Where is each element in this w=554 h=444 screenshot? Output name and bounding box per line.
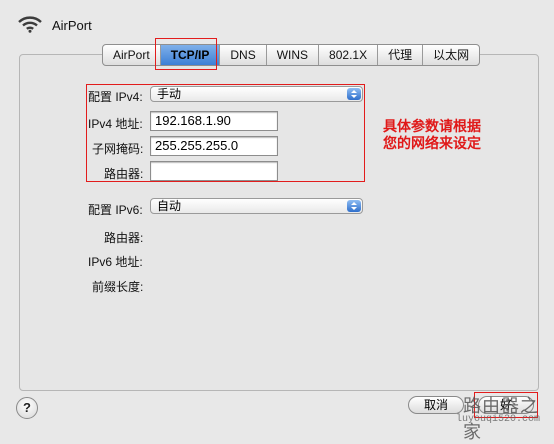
tab-ethernet[interactable]: 以太网 <box>423 45 479 65</box>
wifi-icon <box>18 16 42 33</box>
chevron-updown-icon <box>347 88 361 100</box>
ipv6-config-label: 配置 IPv6: <box>88 203 143 217</box>
ipv6-router-label: 路由器: <box>104 231 144 245</box>
help-button[interactable]: ? <box>16 397 38 419</box>
ipv4-router-field[interactable] <box>150 161 278 181</box>
annotation-line-1: 具体参数请根据 <box>383 118 481 134</box>
ipv6-address-label: IPv6 地址: <box>88 255 143 269</box>
tab-tcpip[interactable]: TCP/IP <box>160 45 221 65</box>
ipv6-config-select[interactable]: 自动 <box>150 198 363 214</box>
subnet-mask-field[interactable]: 255.255.255.0 <box>150 136 278 156</box>
prefix-length-label: 前缀长度: <box>92 280 144 294</box>
tab-wins[interactable]: WINS <box>267 45 320 65</box>
annotation-line-2: 您的网络来设定 <box>383 135 481 151</box>
subnet-mask-label: 子网掩码: <box>92 142 144 156</box>
chevron-updown-icon <box>347 200 361 212</box>
ipv4-address-label: IPv4 地址: <box>88 117 143 131</box>
app-title: AirPort <box>52 18 92 33</box>
tab-8021x[interactable]: 802.1X <box>319 45 379 65</box>
tab-proxy[interactable]: 代理 <box>378 45 424 65</box>
watermark-url: luyouqi520.com <box>456 414 541 425</box>
ipv4-address-field[interactable]: 192.168.1.90 <box>150 111 278 131</box>
ipv4-config-value: 手动 <box>157 87 182 101</box>
tab-airport[interactable]: AirPort <box>103 45 161 65</box>
tab-bar: AirPort TCP/IP DNS WINS 802.1X 代理 以太网 <box>102 44 481 66</box>
ipv4-router-label: 路由器: <box>104 167 144 181</box>
tab-dns[interactable]: DNS <box>220 45 267 65</box>
cancel-button[interactable]: 取消 <box>408 396 464 414</box>
ipv6-config-value: 自动 <box>157 199 182 213</box>
ipv4-config-label: 配置 IPv4: <box>88 90 143 104</box>
annotation-note: 具体参数请根据 您的网络来设定 <box>383 118 481 152</box>
title-bar: AirPort <box>0 0 554 44</box>
ipv4-config-select[interactable]: 手动 <box>150 86 363 102</box>
